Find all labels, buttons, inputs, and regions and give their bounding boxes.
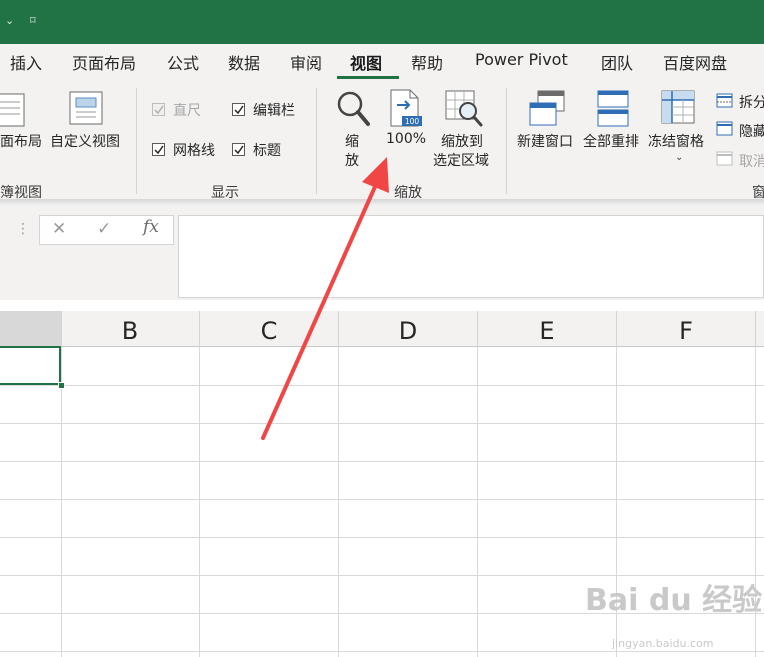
zoom-to-selection-label-2[interactable]: 选定区域 (433, 150, 489, 170)
freeze-panes-chevron-icon[interactable]: ⌄ (675, 152, 683, 163)
ribbon-separator (506, 88, 507, 194)
tab-power-pivot[interactable]: Power Pivot (475, 50, 568, 69)
zoom-100-icon-text: 100 (405, 117, 420, 126)
freeze-panes-button[interactable]: 冻结窗格 (648, 131, 704, 151)
workbook-views-group-label: 簿视图 (0, 185, 42, 201)
grid-column-line (199, 347, 200, 657)
column-header-e[interactable]: E (478, 311, 616, 347)
formula-bar-checkbox[interactable] (232, 103, 245, 116)
arrange-all-icon[interactable] (596, 89, 632, 129)
gridlines-checkbox[interactable] (152, 143, 165, 156)
zoom-to-selection-label-1[interactable]: 缩放到 (441, 131, 483, 151)
split-icon (716, 93, 733, 108)
fill-handle[interactable] (58, 382, 65, 389)
zoom-100-icon[interactable]: 100 (388, 88, 424, 130)
ribbon-separator (136, 88, 137, 194)
tab-page-layout[interactable]: 页面布局 (72, 50, 136, 74)
tab-data[interactable]: 数据 (228, 50, 260, 74)
tab-insert[interactable]: 插入 (10, 50, 42, 74)
grid-column-line (61, 347, 62, 657)
zoom-magnifier-icon[interactable] (335, 89, 371, 129)
annotation-arrow-icon (261, 157, 389, 440)
show-group-label: 显示 (211, 185, 239, 201)
quick-access-chevron-icon[interactable]: ⌄ (5, 14, 14, 27)
formula-bar-label: 编辑栏 (253, 103, 295, 119)
custom-views-button[interactable]: 自定义视图 (50, 131, 120, 151)
unhide-icon (716, 151, 733, 166)
new-window-button[interactable]: 新建窗口 (517, 131, 573, 151)
column-header-f[interactable]: F (617, 311, 755, 347)
column-header-divider (755, 311, 756, 347)
arrange-all-button[interactable]: 全部重排 (583, 131, 639, 151)
baidu-watermark-url: jingyan.baidu.com (612, 637, 714, 650)
active-tab-indicator (337, 76, 399, 79)
tab-help[interactable]: 帮助 (411, 50, 443, 74)
freeze-panes-icon[interactable] (660, 89, 698, 129)
grid-row-line (0, 537, 764, 538)
custom-views-icon (69, 91, 103, 125)
hide-button[interactable]: 隐藏 (739, 121, 764, 141)
gridlines-label: 网格线 (173, 143, 215, 159)
tab-review[interactable]: 审阅 (290, 50, 322, 74)
split-button[interactable]: 拆分 (739, 92, 764, 112)
new-window-icon[interactable] (528, 89, 568, 129)
column-header-a[interactable] (0, 311, 61, 347)
page-layout-icon (0, 93, 25, 127)
grid-row-line (0, 499, 764, 500)
headings-checkbox[interactable] (232, 143, 245, 156)
zoom-to-selection-icon[interactable] (444, 89, 484, 129)
tab-view[interactable]: 视图 (350, 50, 382, 74)
grid-column-line (477, 347, 478, 657)
grid-row-line (0, 651, 764, 652)
hide-icon (716, 121, 733, 136)
ruler-label: 直尺 (173, 103, 201, 119)
page-layout-button[interactable]: 面布局 (0, 131, 42, 151)
name-box-grip-icon[interactable]: ⋮ (16, 221, 30, 237)
tab-baidu-netdisk[interactable]: 百度网盘 (663, 50, 727, 74)
tab-team[interactable]: 团队 (601, 50, 633, 74)
active-cell[interactable] (0, 346, 61, 385)
ruler-checkbox[interactable] (152, 103, 165, 116)
window-group-label: 窗 (752, 185, 764, 201)
column-header-b[interactable]: B (61, 311, 199, 347)
title-bar: ⌄ ⌑ (0, 0, 764, 44)
unhide-button[interactable]: 取消 (739, 151, 764, 171)
cancel-formula-icon[interactable]: ✕ (52, 219, 66, 239)
enter-formula-icon[interactable]: ✓ (97, 219, 111, 239)
insert-function-icon[interactable]: fx (143, 217, 159, 237)
tab-formulas[interactable]: 公式 (167, 50, 199, 74)
baidu-watermark: Bai du 经验 (585, 583, 763, 618)
grid-row-line (0, 461, 764, 462)
customize-quick-access-icon[interactable]: ⌑ (30, 14, 36, 27)
